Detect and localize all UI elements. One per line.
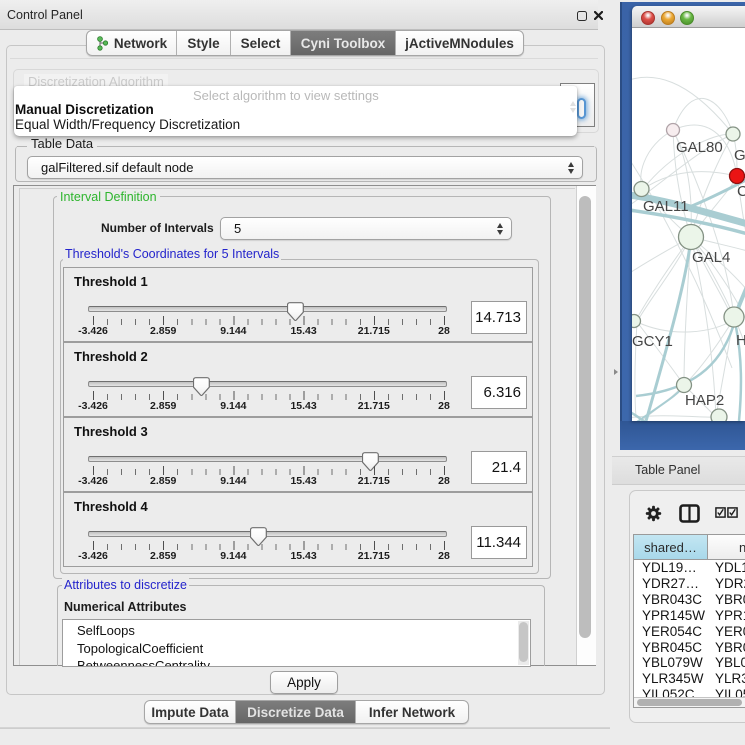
svg-text:GAL11: GAL11 <box>643 198 689 215</box>
svg-text:GAL: GAL <box>734 147 745 164</box>
svg-text:C: C <box>737 183 745 200</box>
svg-text:GAL80: GAL80 <box>676 139 723 156</box>
svg-text:HA: HA <box>736 332 745 349</box>
svg-text:GCY1: GCY1 <box>632 333 673 350</box>
svg-text:HAP2: HAP2 <box>685 392 724 409</box>
svg-text:GAL4: GAL4 <box>692 249 730 266</box>
